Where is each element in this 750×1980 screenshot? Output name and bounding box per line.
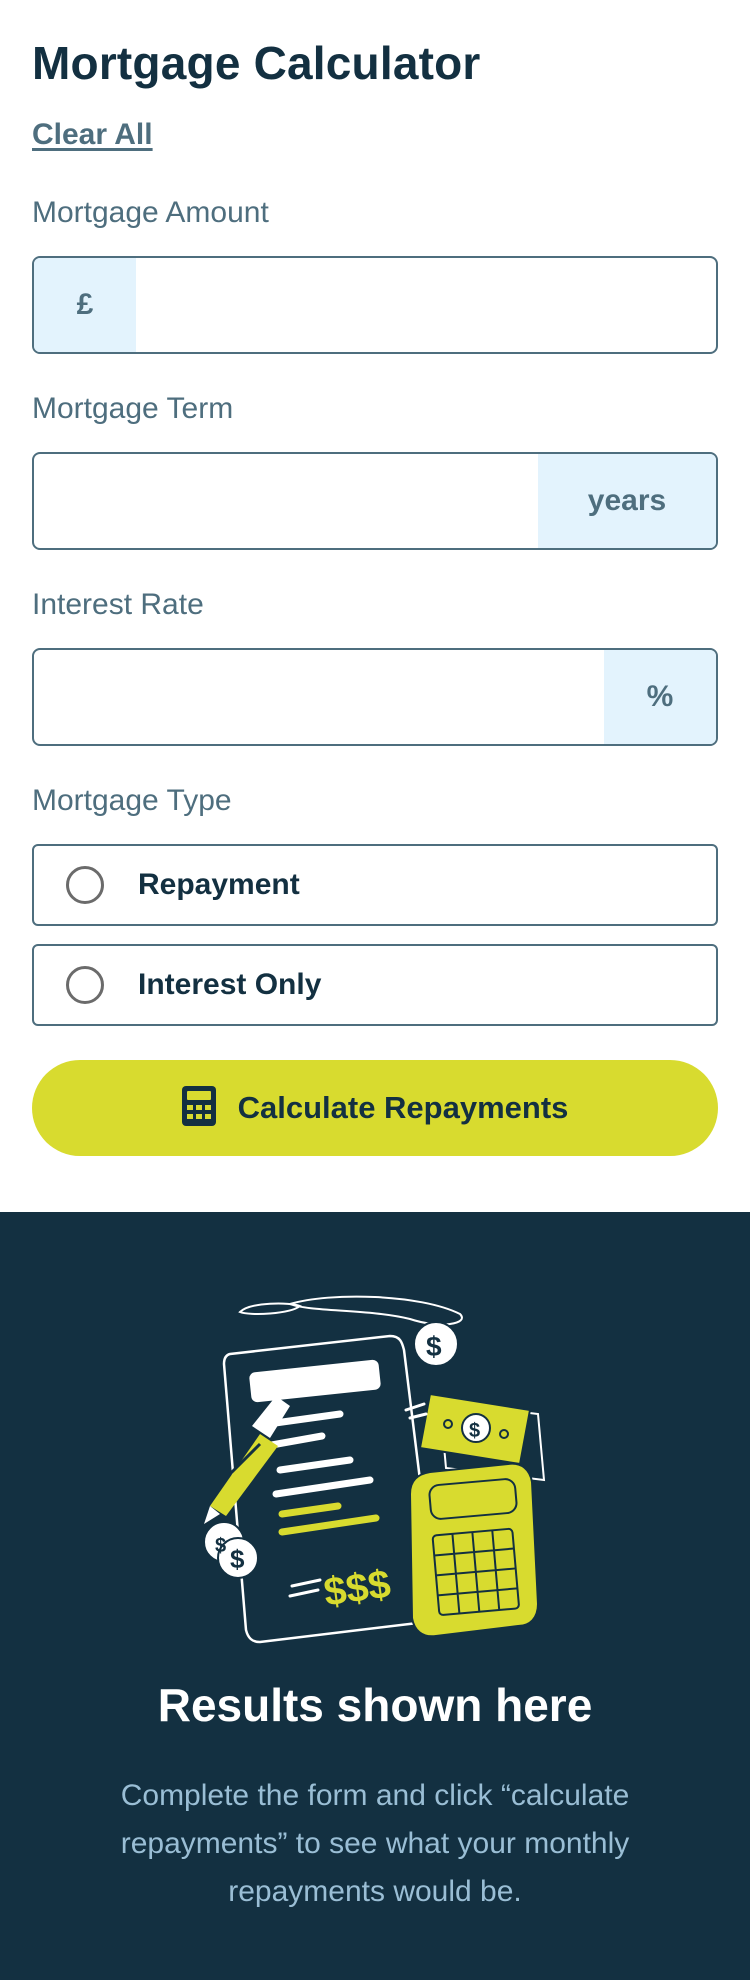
mortgage-amount-label: Mortgage Amount [32, 196, 269, 229]
svg-text:$: $ [230, 1544, 245, 1574]
years-suffix: years [538, 454, 716, 548]
results-title: Results shown here [157, 1679, 593, 1731]
interest-rate-field: % [32, 648, 718, 746]
interest-rate-input[interactable] [34, 650, 604, 744]
clear-all-link[interactable]: Clear All [32, 118, 153, 152]
radio-interest-only-label: Interest Only [138, 968, 322, 1001]
mortgage-amount-input[interactable] [136, 258, 716, 352]
results-description: Complete the form and click “calculate r… [120, 1779, 630, 1908]
radio-circle-icon[interactable] [66, 966, 104, 1004]
mortgage-term-field: years [32, 452, 718, 550]
calculate-repayments-label: Calculate Repayments [237, 1090, 569, 1125]
radio-repayment[interactable]: Repayment [32, 844, 718, 926]
svg-text:$: $ [215, 1535, 226, 1557]
svg-text:$: $ [426, 1331, 442, 1362]
interest-rate-label: Interest Rate [32, 588, 204, 621]
results-panel: $$$ $ $ $ $ Results shown here Complete … [0, 1212, 750, 1980]
calculator-icon [181, 1085, 216, 1131]
mortgage-amount-field: £ [32, 256, 718, 354]
page-title: Mortgage Calculator [32, 37, 481, 89]
radio-repayment-label: Repayment [138, 868, 300, 901]
radio-circle-icon[interactable] [66, 866, 104, 904]
calculator-form: Mortgage Calculator Clear All Mortgage A… [0, 0, 750, 1212]
radio-interest-only[interactable]: Interest Only [32, 944, 718, 1026]
svg-text:$: $ [469, 1420, 480, 1442]
calculate-repayments-button[interactable]: Calculate Repayments [32, 1060, 718, 1156]
mortgage-term-label: Mortgage Term [32, 392, 234, 425]
percent-suffix: % [604, 650, 716, 744]
mortgage-type-label: Mortgage Type [32, 784, 232, 817]
currency-prefix: £ [34, 258, 136, 352]
empty-results-illustration: $$$ $ $ $ $ [190, 1284, 560, 1649]
mortgage-term-input[interactable] [34, 454, 538, 548]
svg-text:$$$: $$$ [321, 1562, 393, 1615]
